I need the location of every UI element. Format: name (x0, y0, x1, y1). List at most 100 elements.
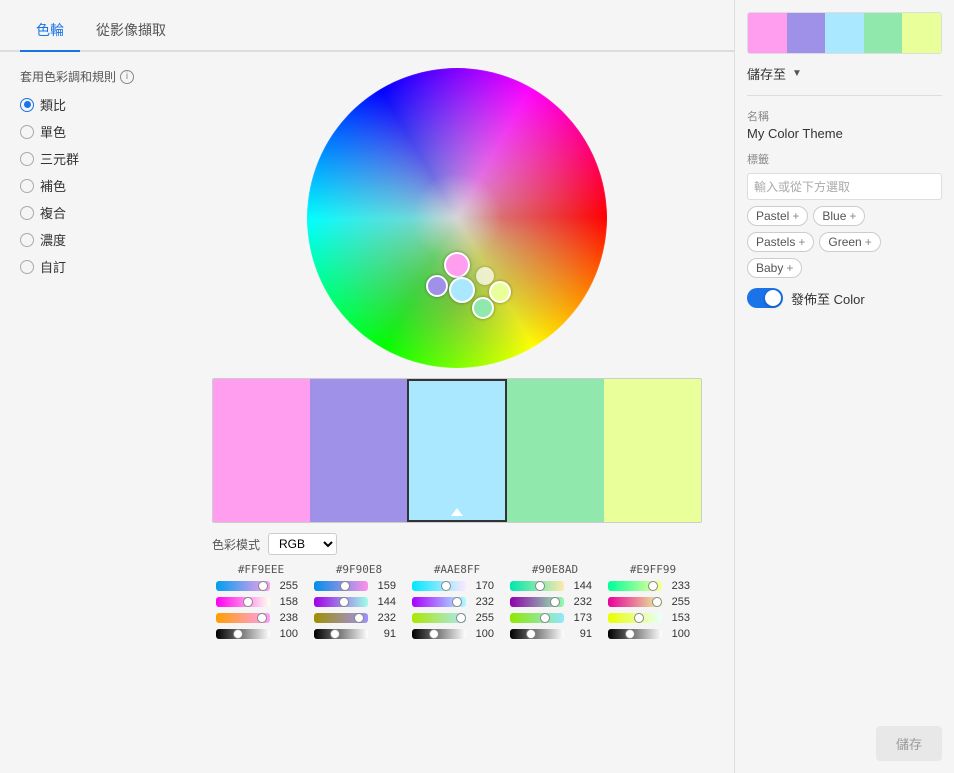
radio-complementary[interactable]: 補色 (20, 176, 180, 195)
radio-custom[interactable]: 自訂 (20, 257, 180, 276)
mini-slider-4-1[interactable] (608, 597, 662, 607)
mini-slider-0-0[interactable] (216, 581, 270, 591)
name-field-value: My Color Theme (747, 126, 942, 141)
slider-thumb[interactable] (625, 629, 635, 639)
slider-thumb[interactable] (354, 613, 364, 623)
divider-1 (747, 95, 942, 96)
mini-slider-1-2[interactable] (314, 613, 368, 623)
mini-slider-1-3[interactable] (314, 629, 368, 639)
tab-color-wheel[interactable]: 色輪 (20, 12, 80, 52)
slider-thumb[interactable] (526, 629, 536, 639)
mini-slider-4-3[interactable] (608, 629, 662, 639)
tag-pastel[interactable]: Pastel + (747, 206, 808, 226)
radio-complementary-circle (20, 179, 34, 193)
hex-col-3: #90E8AD14423217391 (506, 563, 604, 640)
slider-row-4-3: 100 (608, 628, 698, 640)
palette-strip (212, 378, 702, 523)
slider-value: 232 (470, 596, 494, 608)
slider-thumb[interactable] (540, 613, 550, 623)
swatch-2[interactable] (407, 379, 508, 522)
tab-bar: 色輪 從影像擷取 (0, 0, 734, 52)
slider-thumb[interactable] (452, 597, 462, 607)
slider-row-0-1: 158 (216, 596, 306, 608)
slider-thumb[interactable] (456, 613, 466, 623)
tag-baby[interactable]: Baby + (747, 258, 802, 278)
slider-value: 255 (274, 580, 298, 592)
radio-compound[interactable]: 複合 (20, 203, 180, 222)
slider-row-2-2: 255 (412, 612, 502, 624)
slider-row-3-3: 91 (510, 628, 600, 640)
slider-track (314, 629, 368, 639)
slider-row-2-3: 100 (412, 628, 502, 640)
mini-slider-4-2[interactable] (608, 613, 662, 623)
mini-slider-3-0[interactable] (510, 581, 564, 591)
slider-thumb[interactable] (429, 629, 439, 639)
color-dot-5[interactable] (476, 267, 494, 285)
slider-thumb[interactable] (550, 597, 560, 607)
mini-slider-2-0[interactable] (412, 581, 466, 591)
slider-thumb[interactable] (258, 581, 268, 591)
color-wheel-container[interactable] (307, 68, 607, 368)
slider-thumb[interactable] (535, 581, 545, 591)
preview-swatch-0 (748, 13, 787, 53)
mini-slider-3-3[interactable] (510, 629, 564, 639)
save-to-row[interactable]: 儲存至 ▼ (747, 64, 942, 83)
slider-row-1-3: 91 (314, 628, 404, 640)
tags-row-1: Pastel + Blue + (747, 206, 942, 226)
color-values-section: 色彩模式 RGB CMYK HSB Lab #FF9EEE25515823810… (212, 533, 702, 640)
mini-slider-3-2[interactable] (510, 613, 564, 623)
swatch-1[interactable] (310, 379, 407, 522)
slider-thumb[interactable] (634, 613, 644, 623)
color-dot-2[interactable] (449, 277, 475, 303)
radio-shades[interactable]: 濃度 (20, 230, 180, 249)
slider-thumb[interactable] (441, 581, 451, 591)
publish-toggle[interactable] (747, 288, 783, 308)
mini-slider-2-2[interactable] (412, 613, 466, 623)
color-mode-select[interactable]: RGB CMYK HSB Lab (268, 533, 337, 555)
color-dot-1[interactable] (426, 275, 448, 297)
mini-slider-2-3[interactable] (412, 629, 466, 639)
slider-thumb[interactable] (652, 597, 662, 607)
color-dot-0[interactable] (444, 252, 470, 278)
color-dot-3[interactable] (472, 297, 494, 319)
color-dot-4[interactable] (489, 281, 511, 303)
tag-pastels[interactable]: Pastels + (747, 232, 814, 252)
tag-blue[interactable]: Blue + (813, 206, 865, 226)
swatch-0[interactable] (213, 379, 310, 522)
slider-thumb[interactable] (330, 629, 340, 639)
mini-slider-4-0[interactable] (608, 581, 662, 591)
mini-slider-0-1[interactable] (216, 597, 270, 607)
slider-row-4-0: 233 (608, 580, 698, 592)
mini-slider-1-0[interactable] (314, 581, 368, 591)
hex-col-2: #AAE8FF170232255100 (408, 563, 506, 640)
radio-triadic[interactable]: 三元群 (20, 149, 180, 168)
tags-input[interactable]: 輸入或從下方選取 (747, 173, 942, 200)
slider-thumb[interactable] (233, 629, 243, 639)
slider-value: 159 (372, 580, 396, 592)
slider-thumb[interactable] (243, 597, 253, 607)
slider-thumb[interactable] (340, 581, 350, 591)
right-panel: 儲存至 ▼ 名稱 My Color Theme 標籤 輸入或從下方選取 Past… (734, 0, 954, 773)
swatch-4[interactable] (604, 379, 701, 522)
tab-from-image[interactable]: 從影像擷取 (80, 12, 182, 52)
mini-slider-0-2[interactable] (216, 613, 270, 623)
mini-slider-1-1[interactable] (314, 597, 368, 607)
mini-slider-0-3[interactable] (216, 629, 270, 639)
hex-label-3: #90E8AD (532, 563, 578, 576)
tag-green[interactable]: Green + (819, 232, 880, 252)
color-wheel-canvas[interactable] (307, 68, 607, 368)
info-icon[interactable]: i (120, 70, 134, 84)
radio-monochrome[interactable]: 單色 (20, 122, 180, 141)
slider-value: 144 (372, 596, 396, 608)
mini-slider-2-1[interactable] (412, 597, 466, 607)
save-button[interactable]: 儲存 (876, 726, 942, 761)
slider-value: 100 (666, 628, 690, 640)
swatch-arrow (451, 508, 463, 516)
swatch-3[interactable] (507, 379, 604, 522)
slider-thumb[interactable] (648, 581, 658, 591)
slider-thumb[interactable] (339, 597, 349, 607)
slider-thumb[interactable] (257, 613, 267, 623)
slider-row-3-0: 144 (510, 580, 600, 592)
mini-slider-3-1[interactable] (510, 597, 564, 607)
radio-analogous[interactable]: 類比 (20, 95, 180, 114)
